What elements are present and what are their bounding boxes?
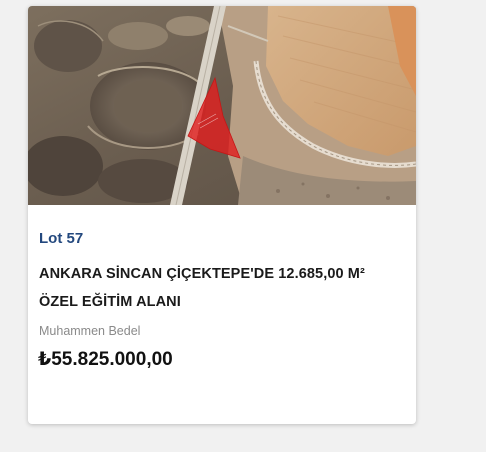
page: Lot 57 ANKARA SİNCAN ÇİÇEKTEPE'DE 12.685… — [0, 0, 486, 452]
lot-title-line-2: ÖZEL EĞİTİM ALANI — [39, 294, 181, 310]
lot-number[interactable]: Lot 57 — [39, 230, 83, 247]
lot-price: ₺55.825.000,00 — [38, 349, 173, 370]
estimate-label: Muhammen Bedel — [39, 324, 141, 338]
lot-title[interactable]: ANKARA SİNCAN ÇİÇEKTEPE'DE 12.685,00 M² … — [39, 260, 409, 316]
lot-title-line-1: ANKARA SİNCAN ÇİÇEKTEPE'DE 12.685,00 M² — [39, 266, 365, 282]
lot-card[interactable]: Lot 57 ANKARA SİNCAN ÇİÇEKTEPE'DE 12.685… — [28, 6, 416, 424]
lot-satellite-image[interactable] — [28, 6, 416, 205]
